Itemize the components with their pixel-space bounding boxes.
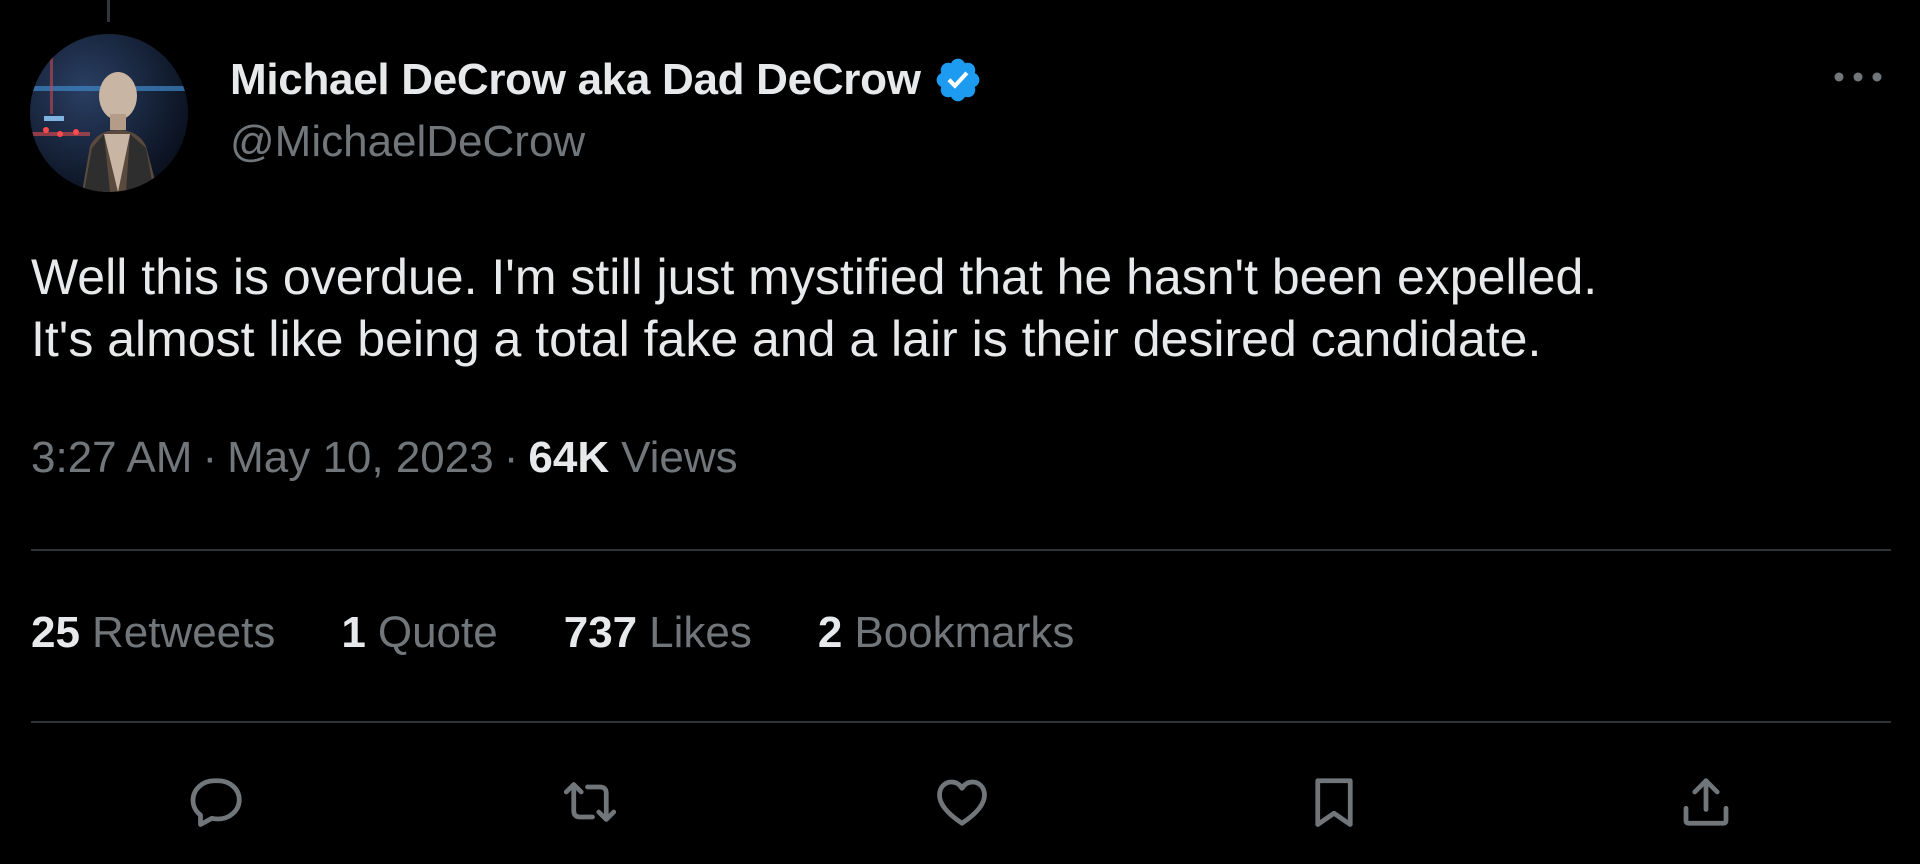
tweet-text-line: It's almost like being a total fake and … <box>31 311 1542 367</box>
tweet-text-line: Well this is overdue. I'm still just mys… <box>31 249 1598 305</box>
author-name-row[interactable]: Michael DeCrow aka Dad DeCrow <box>230 53 983 107</box>
engagement-stats: 25 Retweets 1 Quote 737 Likes 2 Bookmark… <box>31 608 1140 658</box>
thread-connector-line <box>107 0 110 22</box>
tweet-action-bar <box>0 763 1920 841</box>
tweet-date[interactable]: May 10, 2023 <box>227 433 494 483</box>
retweets-stat[interactable]: 25 Retweets <box>31 608 275 658</box>
likes-count: 737 <box>563 608 638 657</box>
avatar[interactable] <box>30 34 188 192</box>
like-icon <box>937 779 987 826</box>
reply-icon <box>190 778 242 827</box>
retweet-button[interactable] <box>551 763 629 841</box>
retweets-label: Retweets <box>91 608 276 657</box>
like-button[interactable] <box>923 763 1001 841</box>
divider <box>31 721 1891 723</box>
bookmarks-label: Bookmarks <box>854 608 1075 657</box>
tweet-time[interactable]: 3:27 AM <box>31 433 192 483</box>
more-dots-icon <box>1834 72 1882 82</box>
quotes-label: Quote <box>377 608 498 657</box>
author-display-name[interactable]: Michael DeCrow aka Dad DeCrow <box>230 55 921 105</box>
likes-label: Likes <box>649 608 752 657</box>
tweet-meta: 3:27 AM · May 10, 2023 · 64K Views <box>31 433 738 483</box>
views-label: Views <box>621 433 738 482</box>
share-icon <box>1683 778 1729 826</box>
bookmark-icon <box>1315 778 1353 827</box>
divider <box>31 549 1891 551</box>
bookmarks-stat[interactable]: 2 Bookmarks <box>818 608 1075 658</box>
likes-stat[interactable]: 737 Likes <box>564 608 752 658</box>
author-handle[interactable]: @MichaelDeCrow <box>230 117 585 167</box>
meta-separator: · <box>503 433 519 482</box>
retweet-icon <box>563 782 617 822</box>
meta-separator: · <box>202 433 218 482</box>
quotes-stat[interactable]: 1 Quote <box>341 608 497 658</box>
more-options-button[interactable] <box>1832 62 1884 92</box>
reply-button[interactable] <box>179 763 257 841</box>
tweet-text: Well this is overdue. I'm still just mys… <box>31 246 1891 370</box>
bookmarks-count: 2 <box>817 608 843 657</box>
views-count: 64K <box>528 433 610 482</box>
avatar-image <box>30 34 188 192</box>
retweets-count: 25 <box>31 608 80 657</box>
bookmark-button[interactable] <box>1295 763 1373 841</box>
quotes-count: 1 <box>341 608 366 657</box>
verified-badge-icon <box>936 58 979 102</box>
share-button[interactable] <box>1667 763 1745 841</box>
